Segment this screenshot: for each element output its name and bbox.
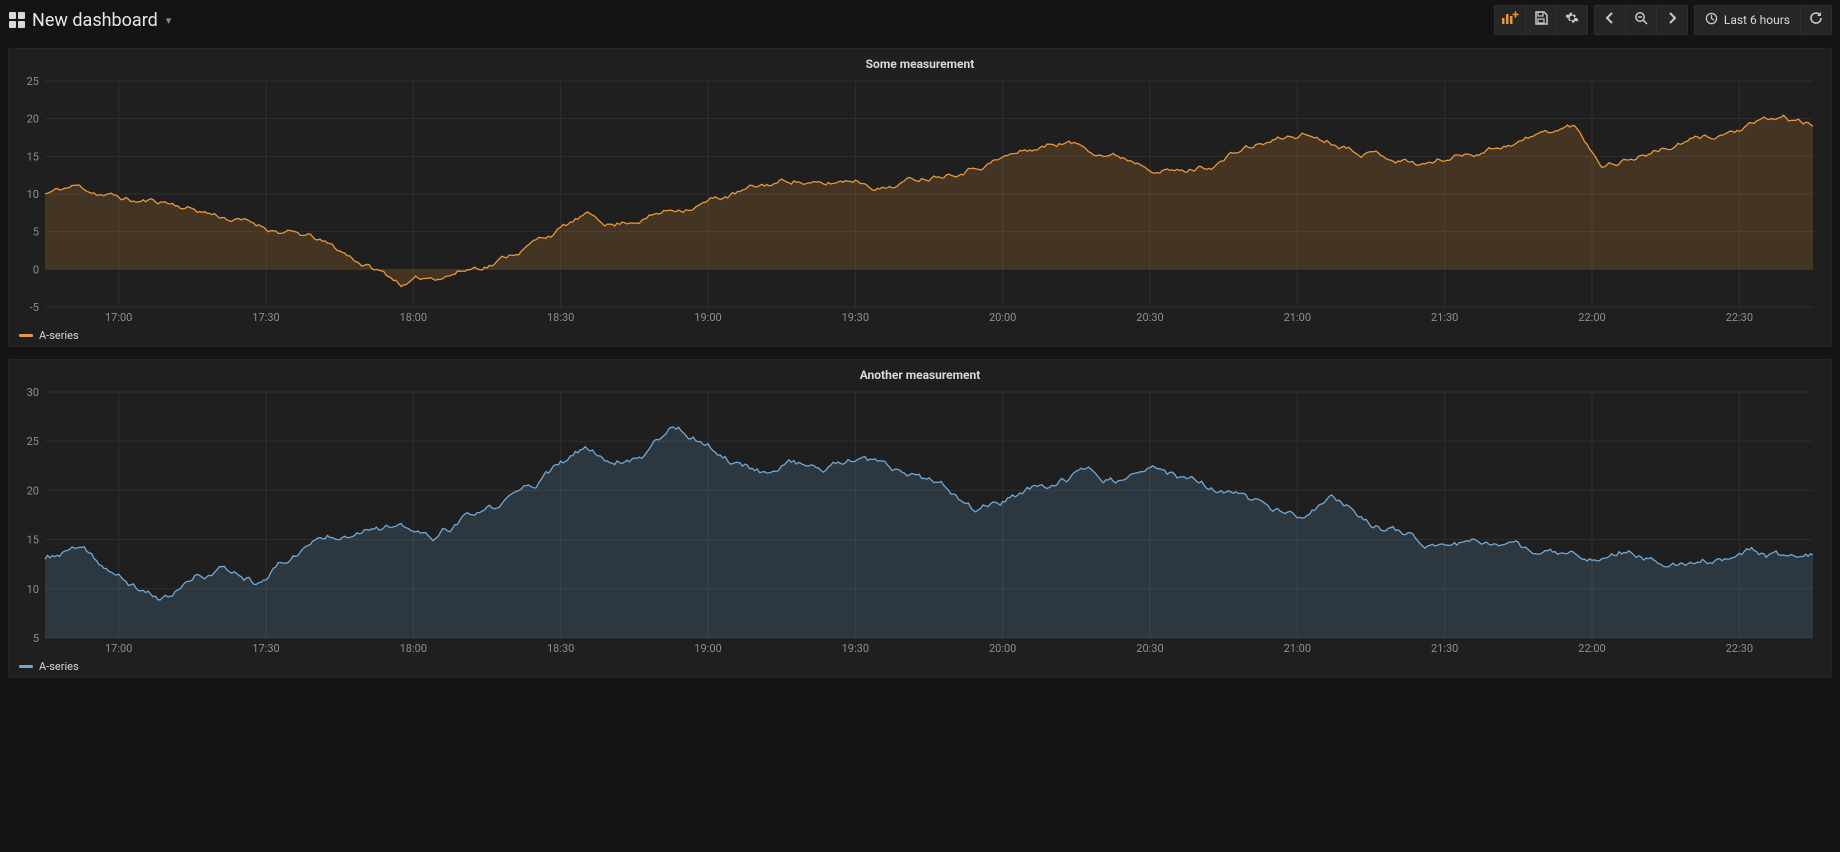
panel-legend[interactable]: A-series [15, 325, 1825, 342]
svg-text:21:30: 21:30 [1431, 311, 1458, 324]
svg-text:22:30: 22:30 [1726, 311, 1753, 324]
clock-icon [1705, 12, 1718, 28]
svg-text:19:30: 19:30 [842, 642, 869, 655]
save-icon [1534, 11, 1548, 29]
chevron-right-icon [1667, 12, 1677, 28]
svg-text:21:30: 21:30 [1431, 642, 1458, 655]
chevron-left-icon [1605, 12, 1615, 28]
chart-area[interactable]: -5 0 5 10 15 20 25 17:00 17:30 18:00 18:30 19:00 19:… [15, 75, 1825, 325]
panels-area: Some measurement -5 0 5 10 15 20 25 17:00 17:30 1… [0, 40, 1840, 686]
refresh-icon [1809, 11, 1823, 29]
svg-text:20:00: 20:00 [989, 311, 1016, 324]
legend-swatch [19, 665, 33, 668]
time-range-picker[interactable]: Last 6 hours [1694, 5, 1801, 35]
zoom-out-icon [1634, 11, 1648, 29]
time-back-button[interactable] [1594, 5, 1626, 35]
dashboard-icon [8, 11, 26, 29]
add-panel-button[interactable] [1494, 5, 1526, 35]
toolbar-group-timerange: Last 6 hours [1694, 5, 1832, 35]
svg-text:20:00: 20:00 [989, 642, 1016, 655]
dashboard-title: New dashboard [32, 10, 158, 31]
panel-some-measurement: Some measurement -5 0 5 10 15 20 25 17:00 17:30 1… [8, 48, 1832, 347]
svg-text:22:00: 22:00 [1578, 311, 1605, 324]
svg-text:21:00: 21:00 [1284, 311, 1311, 324]
gear-icon [1565, 11, 1579, 29]
svg-text:17:30: 17:30 [252, 311, 279, 324]
dashboard-title-dropdown[interactable]: New dashboard ▾ [8, 10, 171, 31]
toolbar-group-timenav [1594, 5, 1688, 35]
caret-down-icon: ▾ [166, 14, 172, 27]
svg-text:21:00: 21:00 [1284, 642, 1311, 655]
svg-text:30: 30 [27, 386, 39, 399]
svg-text:18:00: 18:00 [400, 311, 427, 324]
time-forward-button[interactable] [1657, 5, 1688, 35]
svg-text:19:30: 19:30 [842, 311, 869, 324]
svg-text:18:30: 18:30 [547, 642, 574, 655]
svg-text:19:00: 19:00 [694, 311, 721, 324]
svg-text:10: 10 [27, 188, 39, 201]
legend-swatch [19, 334, 33, 337]
svg-text:18:00: 18:00 [400, 642, 427, 655]
svg-text:17:30: 17:30 [252, 642, 279, 655]
legend-label: A-series [39, 660, 79, 673]
chart-area[interactable]: 5 10 15 20 25 30 17:00 17:30 18:00 18:30 19:00 19:3… [15, 386, 1825, 656]
svg-text:5: 5 [33, 226, 39, 239]
svg-text:15: 15 [27, 534, 39, 547]
topbar: New dashboard ▾ [0, 0, 1840, 40]
time-range-label: Last 6 hours [1724, 13, 1790, 27]
panel-title[interactable]: Some measurement [15, 55, 1825, 75]
toolbar-group-actions [1494, 5, 1588, 35]
chart-svg: -5 0 5 10 15 20 25 17:00 17:30 18:00 18:30 19:00 19:… [15, 75, 1825, 325]
svg-text:20: 20 [27, 484, 39, 497]
chart-svg: 5 10 15 20 25 30 17:00 17:30 18:00 18:30 19:00 19:3… [15, 386, 1825, 656]
add-panel-icon [1501, 11, 1519, 29]
refresh-button[interactable] [1801, 5, 1832, 35]
svg-text:18:30: 18:30 [547, 311, 574, 324]
panel-another-measurement: Another measurement 5 10 15 20 25 30 17:00 17:3… [8, 359, 1832, 678]
save-dashboard-button[interactable] [1526, 5, 1557, 35]
svg-text:22:30: 22:30 [1726, 642, 1753, 655]
panel-title[interactable]: Another measurement [15, 366, 1825, 386]
svg-text:20:30: 20:30 [1136, 311, 1163, 324]
settings-button[interactable] [1557, 5, 1588, 35]
svg-text:22:00: 22:00 [1578, 642, 1605, 655]
svg-text:20: 20 [27, 113, 39, 126]
svg-text:19:00: 19:00 [694, 642, 721, 655]
svg-text:15: 15 [27, 150, 39, 163]
svg-text:17:00: 17:00 [105, 311, 132, 324]
svg-text:0: 0 [33, 263, 39, 276]
svg-text:5: 5 [33, 632, 39, 645]
legend-label: A-series [39, 329, 79, 342]
svg-text:25: 25 [27, 75, 39, 88]
svg-text:-5: -5 [30, 301, 39, 314]
svg-text:17:00: 17:00 [105, 642, 132, 655]
svg-text:25: 25 [27, 435, 39, 448]
panel-legend[interactable]: A-series [15, 656, 1825, 673]
svg-text:20:30: 20:30 [1136, 642, 1163, 655]
zoom-out-button[interactable] [1626, 5, 1657, 35]
svg-text:10: 10 [27, 583, 39, 596]
